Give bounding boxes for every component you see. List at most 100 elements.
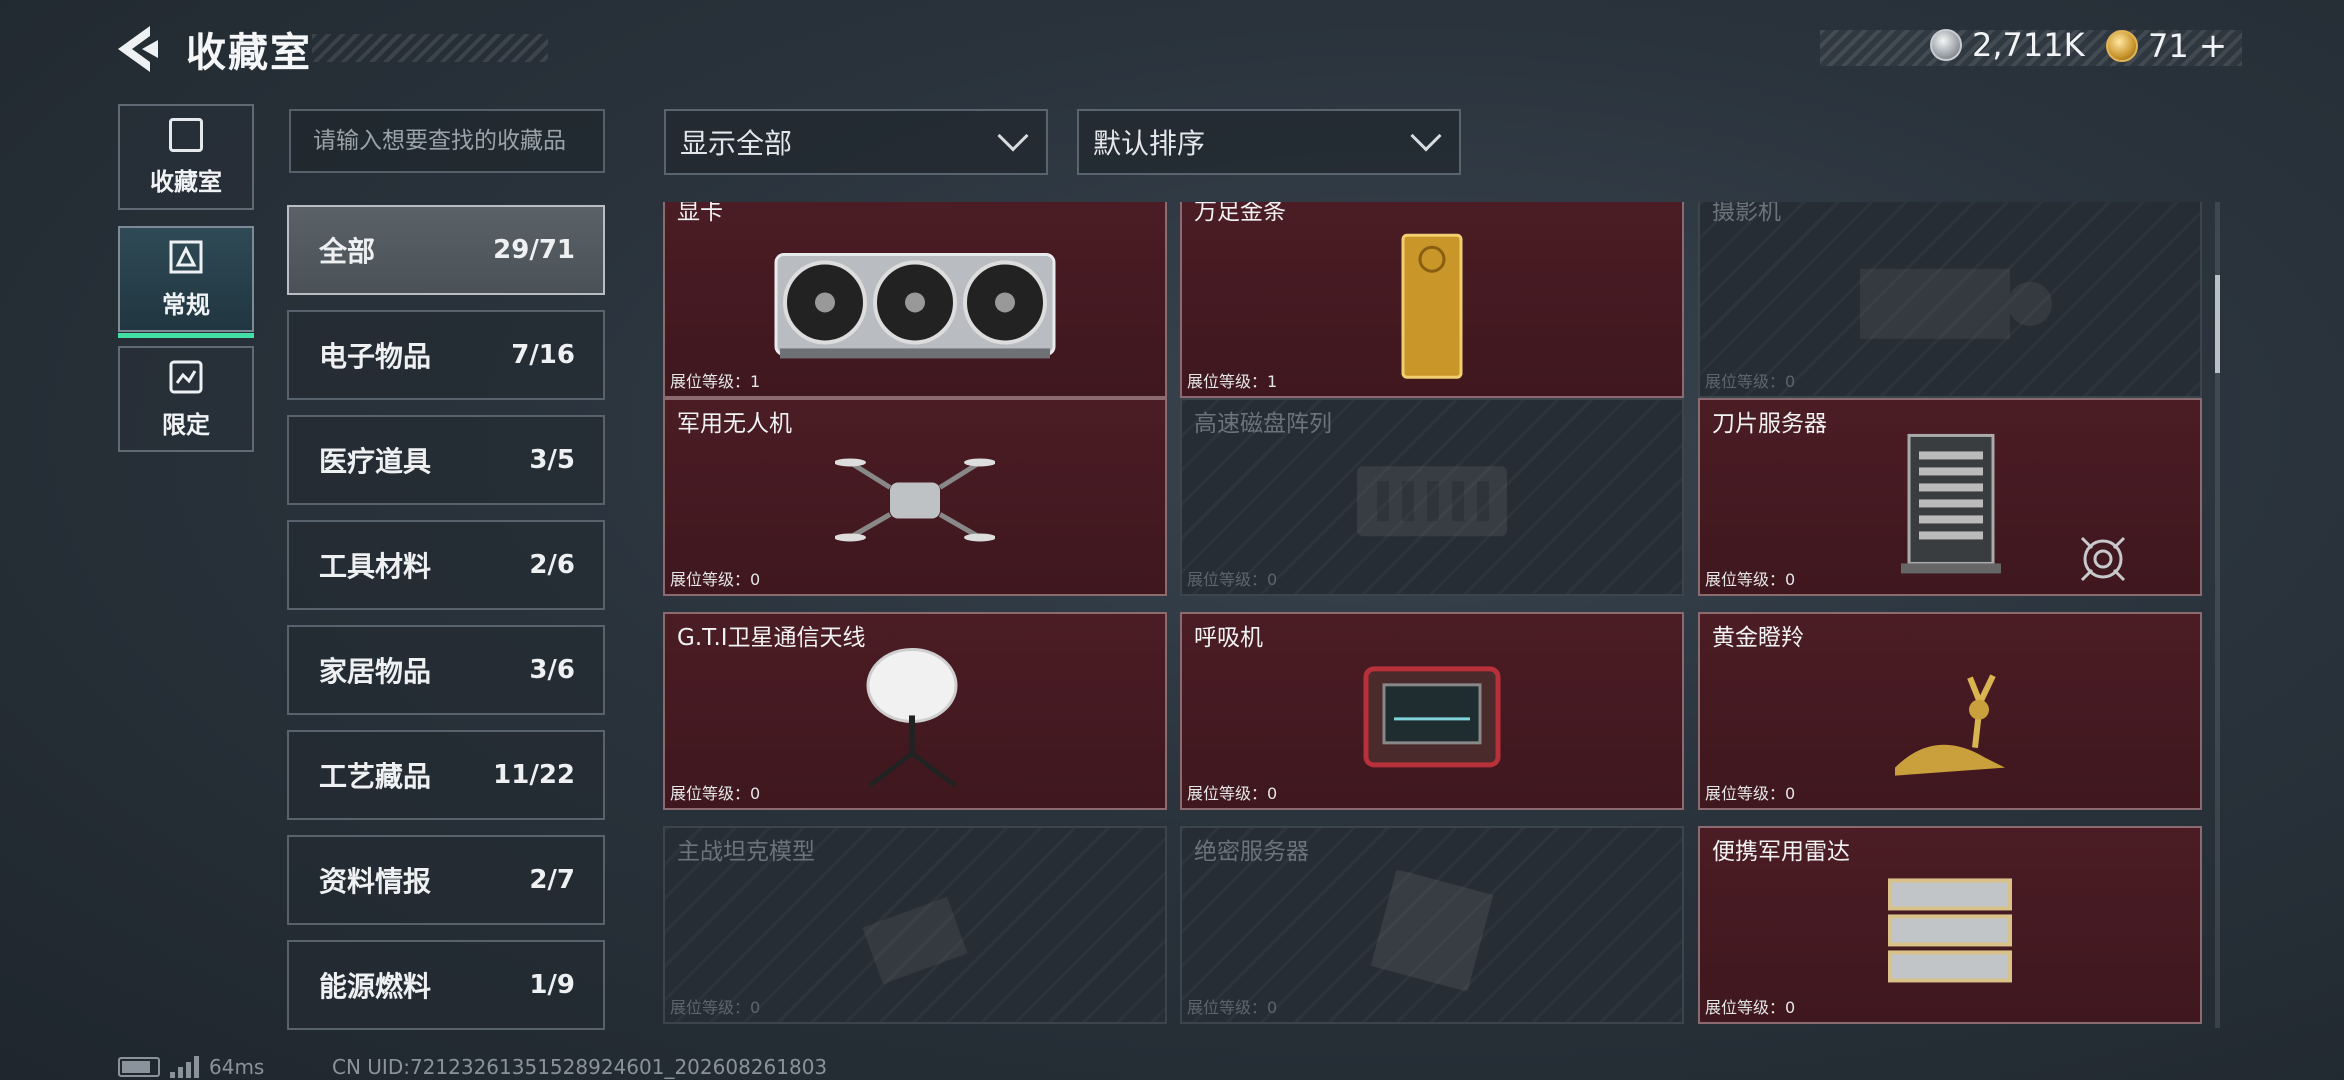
gold-amount: 71 xyxy=(2148,27,2189,65)
category-2[interactable]: 医疗道具 3/5 xyxy=(287,415,605,505)
signal-icon xyxy=(170,1056,199,1078)
category-1[interactable]: 电子物品 7/16 xyxy=(287,310,605,400)
item-name: 绝密服务器 xyxy=(1194,839,1309,865)
rail-tab-collection-room[interactable]: 收藏室 xyxy=(118,104,254,210)
target-icon[interactable] xyxy=(2076,532,2130,586)
category-name: 能源燃料 xyxy=(319,970,432,1003)
rail-tab-label: 常规 xyxy=(162,290,210,319)
collection-item-card[interactable]: 刀片服务器展位等级：0 xyxy=(1698,398,2202,596)
category-3[interactable]: 工具材料 2/6 xyxy=(287,520,605,610)
tank-image xyxy=(840,870,990,994)
category-name: 全部 xyxy=(319,235,376,268)
collection-item-card[interactable]: 万足金条展位等级：1 xyxy=(1180,202,1684,398)
item-name: 黄金瞪羚 xyxy=(1712,625,1804,651)
category-name: 家居物品 xyxy=(319,655,432,688)
item-name: 便携军用雷达 xyxy=(1712,839,1850,865)
display-filter-dropdown[interactable]: 显示全部 xyxy=(664,109,1048,175)
scrollbar-thumb[interactable] xyxy=(2215,275,2220,373)
collection-item-card[interactable]: 显卡展位等级：1 xyxy=(663,202,1167,398)
add-gold-button[interactable]: + xyxy=(2199,26,2228,66)
item-name: 军用无人机 xyxy=(677,411,792,437)
search-input[interactable] xyxy=(289,109,605,173)
chevron-down-icon xyxy=(1410,120,1442,152)
collection-item-card[interactable]: 主战坦克模型展位等级：0 xyxy=(663,826,1167,1024)
gpu-image xyxy=(770,244,1060,368)
item-name: 摄影机 xyxy=(1712,202,1781,225)
category-count: 7/16 xyxy=(511,340,575,370)
status-bar: 64ms xyxy=(118,1055,264,1079)
category-name: 医疗道具 xyxy=(319,445,432,478)
silver-coin-icon xyxy=(1930,29,1962,61)
category-7[interactable]: 能源燃料 1/9 xyxy=(287,940,605,1030)
collection-item-card[interactable]: 便携军用雷达展位等级：0 xyxy=(1698,826,2202,1024)
category-4[interactable]: 家居物品 3/6 xyxy=(287,625,605,715)
sort-value: 默认排序 xyxy=(1093,127,1206,160)
battery-icon xyxy=(118,1057,160,1077)
item-level: 展位等级：0 xyxy=(670,570,761,589)
category-name: 电子物品 xyxy=(319,340,432,373)
item-name: 高速磁盘阵列 xyxy=(1194,411,1332,437)
item-level: 展位等级：0 xyxy=(1705,570,1796,589)
collection-item-card[interactable]: 摄影机展位等级：0 xyxy=(1698,202,2202,398)
display-filter-value: 显示全部 xyxy=(680,127,793,160)
back-arrow-icon[interactable] xyxy=(112,22,162,76)
uid-text: CN UID:72123261351528924601_202608261803 xyxy=(332,1055,828,1079)
limited-icon xyxy=(169,360,203,393)
item-name: G.T.I卫星通信天线 xyxy=(677,625,866,651)
item-level: 展位等级：0 xyxy=(1187,784,1278,803)
collection-room-icon xyxy=(169,117,203,152)
category-count: 2/7 xyxy=(529,865,575,895)
collection-item-card[interactable]: 高速磁盘阵列 展位等级：0 xyxy=(1180,398,1684,596)
item-name: 刀片服务器 xyxy=(1712,411,1827,437)
item-name: 万足金条 xyxy=(1194,202,1286,225)
category-0[interactable]: 全部 29/71 xyxy=(287,205,605,295)
radar-image xyxy=(1880,870,2020,994)
category-count: 11/22 xyxy=(493,760,575,790)
collection-item-card[interactable]: 绝密服务器 展位等级：0 xyxy=(1180,826,1684,1024)
collection-item-card[interactable]: 黄金瞪羚展位等级：0 xyxy=(1698,612,2202,810)
item-level: 展位等级：1 xyxy=(1187,372,1278,391)
item-name: 显卡 xyxy=(677,202,723,225)
item-name: 主战坦克模型 xyxy=(677,839,815,865)
gold-coin-icon xyxy=(2106,30,2138,62)
collection-item-card[interactable]: G.T.I卫星通信天线展位等级：0 xyxy=(663,612,1167,810)
category-count: 2/6 xyxy=(529,550,575,580)
silver-currency: 2,711K xyxy=(1930,26,2085,64)
gazelle-image xyxy=(1875,648,2025,792)
category-6[interactable]: 资料情报 2/7 xyxy=(287,835,605,925)
category-count: 3/6 xyxy=(529,655,575,685)
camera-image xyxy=(1840,249,2060,363)
item-level: 展位等级：0 xyxy=(1705,372,1796,391)
ping-value: 64ms xyxy=(209,1055,265,1079)
collection-grid[interactable]: 显卡 展位等级：1 万足金条 展位等级：1 摄影机 展位等级：0 军用无人机 展位等级：0 高速… xyxy=(662,202,2207,1028)
category-name: 资料情报 xyxy=(319,865,432,898)
server-image xyxy=(1895,431,2005,580)
silver-amount: 2,711K xyxy=(1972,26,2085,64)
title-decoration xyxy=(312,34,548,62)
item-level: 展位等级：0 xyxy=(1705,998,1796,1017)
item-level: 展位等级：0 xyxy=(1705,784,1796,803)
category-count: 1/9 xyxy=(529,970,575,1000)
category-name: 工具材料 xyxy=(319,550,432,583)
secret-server-image xyxy=(1362,869,1502,994)
rail-tab-label: 限定 xyxy=(162,410,210,439)
item-level: 展位等级：0 xyxy=(670,998,761,1017)
collection-item-card[interactable]: 呼吸机展位等级：0 xyxy=(1180,612,1684,810)
ventilator-image xyxy=(1362,661,1502,775)
collection-item-card[interactable]: 军用无人机展位等级：0 xyxy=(663,398,1167,596)
goldbar-image xyxy=(1397,231,1467,385)
gold-currency[interactable]: 71 + xyxy=(2106,26,2227,66)
category-name: 工艺藏品 xyxy=(319,760,432,793)
rail-tab-regular[interactable]: 常规 xyxy=(118,226,254,338)
item-level: 展位等级：1 xyxy=(670,372,761,391)
page-title: 收藏室 xyxy=(186,30,312,76)
rail-tab-limited[interactable]: 限定 xyxy=(118,346,254,452)
item-name: 呼吸机 xyxy=(1194,625,1263,651)
disk-image xyxy=(1347,451,1517,555)
category-5[interactable]: 工艺藏品 11/22 xyxy=(287,730,605,820)
item-level: 展位等级：0 xyxy=(670,784,761,803)
category-count: 3/5 xyxy=(529,445,575,475)
sort-dropdown[interactable]: 默认排序 xyxy=(1077,109,1461,175)
antenna-image xyxy=(850,645,980,794)
chevron-down-icon xyxy=(997,120,1029,152)
